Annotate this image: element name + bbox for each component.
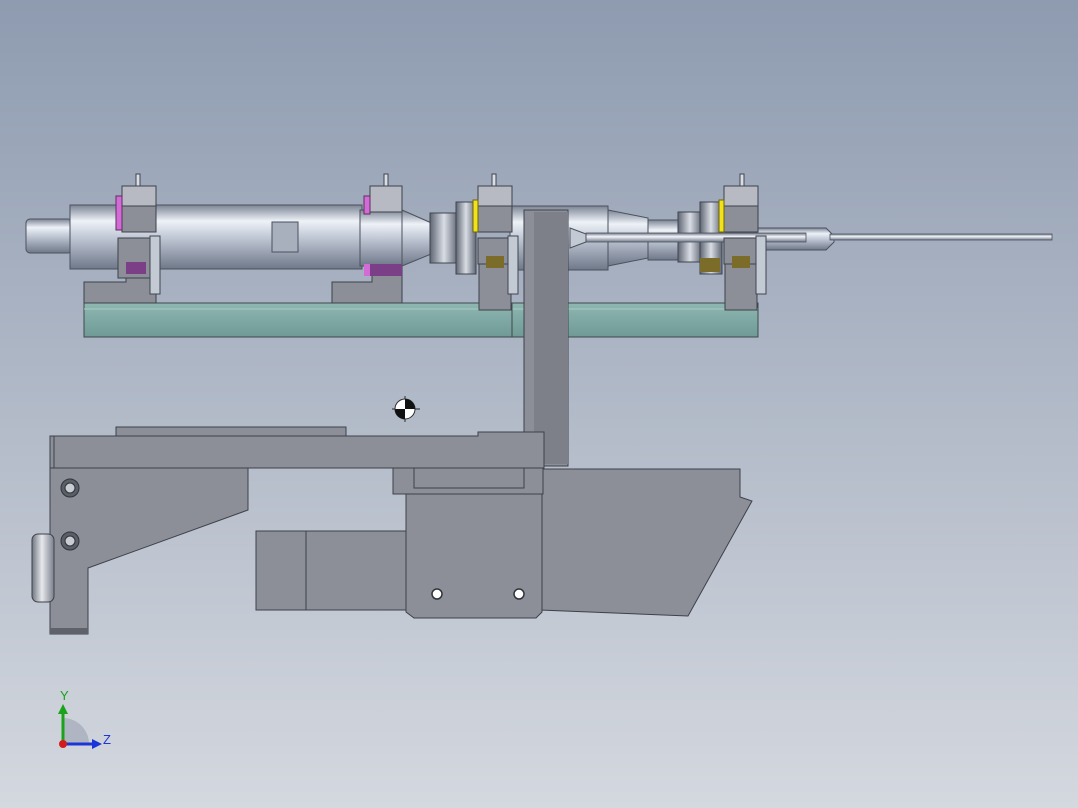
screw-hole-icon — [513, 588, 525, 600]
y-axis-label: Y — [60, 688, 69, 703]
needle[interactable] — [829, 233, 1053, 241]
z-axis-label: Z — [103, 732, 111, 747]
bracket-foot-3[interactable] — [478, 261, 512, 311]
assembly-drawing: Y Z — [0, 0, 1078, 808]
motor-body[interactable] — [305, 530, 409, 611]
shaft-window — [271, 221, 299, 253]
shaft-end[interactable] — [25, 218, 73, 254]
magenta-washer — [363, 195, 371, 215]
bolt-icon — [64, 482, 76, 494]
top-shim — [115, 426, 347, 437]
bracket-foot-4[interactable] — [724, 261, 758, 311]
motor-cap[interactable] — [255, 530, 307, 611]
x-axis-dot-icon — [59, 740, 67, 748]
boss[interactable] — [31, 533, 55, 603]
guide-rail[interactable] — [83, 302, 759, 338]
screw-hole-icon — [431, 588, 443, 600]
bolt-icon — [64, 535, 76, 547]
cad-viewport[interactable]: Y Z — [0, 0, 1078, 808]
magenta-washer — [115, 195, 123, 231]
yellow-washer — [472, 199, 479, 233]
shaft-collar[interactable] — [359, 209, 403, 267]
inner-rod[interactable] — [585, 232, 807, 243]
yellow-washer — [718, 199, 725, 233]
main-shaft[interactable] — [69, 204, 363, 270]
housing-block[interactable] — [405, 493, 543, 619]
hex-nut-1[interactable] — [429, 212, 459, 264]
top-plate[interactable] — [49, 431, 545, 469]
